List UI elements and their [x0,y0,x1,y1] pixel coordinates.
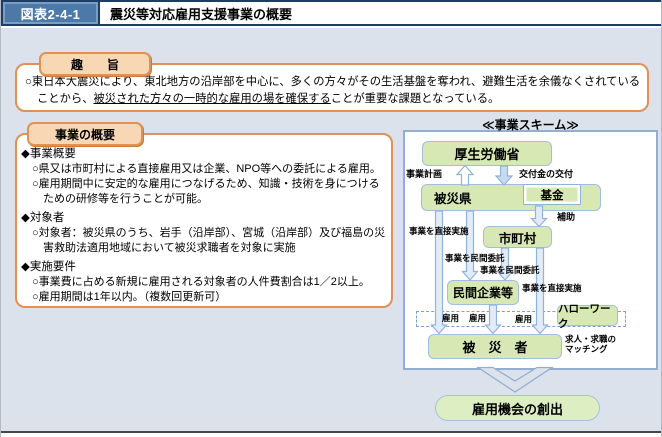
node-municipality: 市町村 [483,226,552,248]
label-subsidy: 補助 [557,213,575,223]
overview-group-targets: ◆対象者 ○対象者：被災県のうち、岩手（沿岸部）、宮城（沿岸部）及び福島の災害救… [21,211,387,256]
label-business-plan: 事業計画 [406,170,442,180]
bottom-rule [1,431,662,433]
overview-group-heading: ◆事業概要 [21,147,387,162]
label-grant: 交付金の交付 [519,170,573,180]
overview-item: ○県又は市町村による直接雇用又は企業、NPO等への委託による雇用。 [21,162,387,177]
overview-group-requirements: ◆実施要件 ○事業費に占める新規に雇用される対象者の人件費割合は1／2以上。 ○… [21,260,387,305]
label-direct-implement-left: 事業を直接実施 [409,227,469,237]
node-employment-creation: 雇用機会の創出 [435,395,600,421]
node-victims: 被 災 者 [428,334,562,359]
label-employment-3: 雇用 [515,315,532,325]
figure-header: 図表2-4-1 震災等対応雇用支援事業の概要 [1,0,662,26]
overview-group-heading: ◆対象者 [21,211,387,226]
purpose-text-underlined: 被災された方々の一時的な雇用の場を確保する [94,93,331,105]
purpose-section-tab: 趣 旨 [39,52,151,76]
scheme-title: ≪事業スキーム≫ [403,116,658,133]
node-fund: 基金 [523,184,581,205]
label-private-consignment-1: 事業を民間委託 [445,254,505,264]
node-private-company: 民間企業等 [447,280,519,305]
label-job-matching: 求人・求職の マッチング [565,335,616,354]
purpose-text-post: ことが重要な課題となっている。 [331,93,500,105]
node-mhlw: 厚生労働省 [422,141,552,166]
node-hellowork: ハローワーク [557,305,618,326]
figure-tag-segment: 図表2-4-1 [3,2,100,24]
label-private-consignment-2: 事業を民間委託 [480,266,540,276]
overview-section-tab: 事業の概要 [27,122,143,146]
figure-number-badge: 図表2-4-1 [5,4,96,22]
figure-2-4-1: 図表2-4-1 震災等対応雇用支援事業の概要 趣 旨 ○東日本大震災により、東北… [0,0,662,437]
overview-item: ○雇用期間中に安定的な雇用につなげるため、知識・技術を身につけるための研修等を行… [21,177,387,207]
label-direct-implement-right: 事業を直接実施 [522,284,582,294]
overview-item: ○事業費に占める新規に雇用される対象者の人件費割合は1／2以上。 [21,275,387,290]
label-employment-2: 雇用 [469,314,486,324]
overview-item: ○対象者：被災県のうち、岩手（沿岸部）、宮城（沿岸部）及び福島の災害救助法適用地… [21,226,387,256]
overview-item: ○雇用期間は1年以内。（複数回更新可） [21,290,387,305]
label-job-matching-line2: マッチング [565,345,616,355]
overview-content: ◆事業概要 ○県又は市町村による直接雇用又は企業、NPO等への委託による雇用。 … [21,147,387,305]
overview-group-outline: ◆事業概要 ○県又は市町村による直接雇用又は企業、NPO等への委託による雇用。 … [21,147,387,207]
purpose-text: ○東日本大震災により、東北地方の沿岸部を中心に、多くの方々がその生活基盤を奪われ… [25,74,643,108]
figure-title: 震災等対応雇用支援事業の概要 [100,2,661,24]
overview-group-heading: ◆実施要件 [21,260,387,275]
label-employment-1: 雇用 [442,314,459,324]
